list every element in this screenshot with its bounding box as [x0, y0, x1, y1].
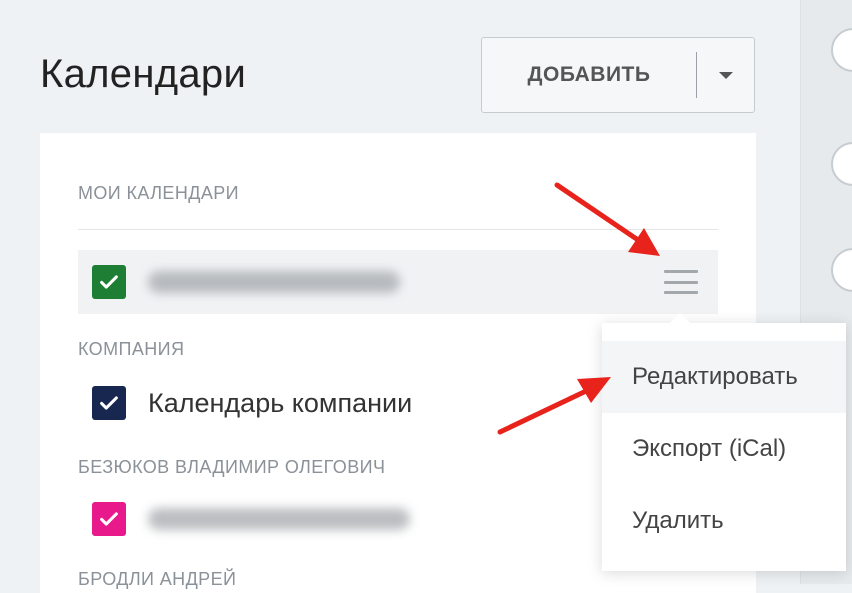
- calendar-context-menu: Редактировать Экспорт (iCal) Удалить: [602, 313, 846, 571]
- calendar-row-personal[interactable]: [78, 250, 718, 314]
- add-split-button[interactable]: ДОБАВИТЬ: [481, 37, 755, 113]
- redacted-calendar-name: [148, 271, 400, 293]
- page-title: Календари: [40, 52, 247, 96]
- add-button-label[interactable]: ДОБАВИТЬ: [482, 63, 696, 87]
- check-icon: [100, 275, 118, 289]
- section-title-company: КОМПАНИЯ: [78, 339, 185, 359]
- section-title-my-calendars: МОИ КАЛЕНДАРИ: [78, 183, 239, 203]
- menu-item-export-ical[interactable]: Экспорт (iCal): [602, 413, 846, 485]
- menu-item-edit[interactable]: Редактировать: [602, 341, 846, 413]
- section-title-user: БЕЗЮКОВ ВЛАДИМИР ОЛЕГОВИЧ: [78, 457, 386, 477]
- caret-down-icon: [718, 71, 733, 79]
- redacted-calendar-name: [148, 508, 410, 530]
- add-options-toggle[interactable]: [697, 38, 754, 112]
- section-title-next: БРОДЛИ АНДРЕЙ: [78, 569, 237, 589]
- sidebar-button[interactable]: [831, 28, 852, 72]
- sidebar-button[interactable]: [831, 142, 852, 186]
- calendar-name-company: Календарь компании: [148, 387, 413, 418]
- check-icon: [100, 396, 118, 410]
- divider: [78, 229, 718, 230]
- calendar-menu-icon[interactable]: [664, 270, 698, 294]
- menu-item-delete[interactable]: Удалить: [602, 485, 846, 557]
- calendar-checkbox-company[interactable]: [92, 386, 126, 420]
- calendar-checkbox-personal[interactable]: [92, 265, 126, 299]
- calendar-checkbox-user[interactable]: [92, 502, 126, 536]
- sidebar-button[interactable]: [831, 248, 852, 292]
- check-icon: [100, 512, 118, 526]
